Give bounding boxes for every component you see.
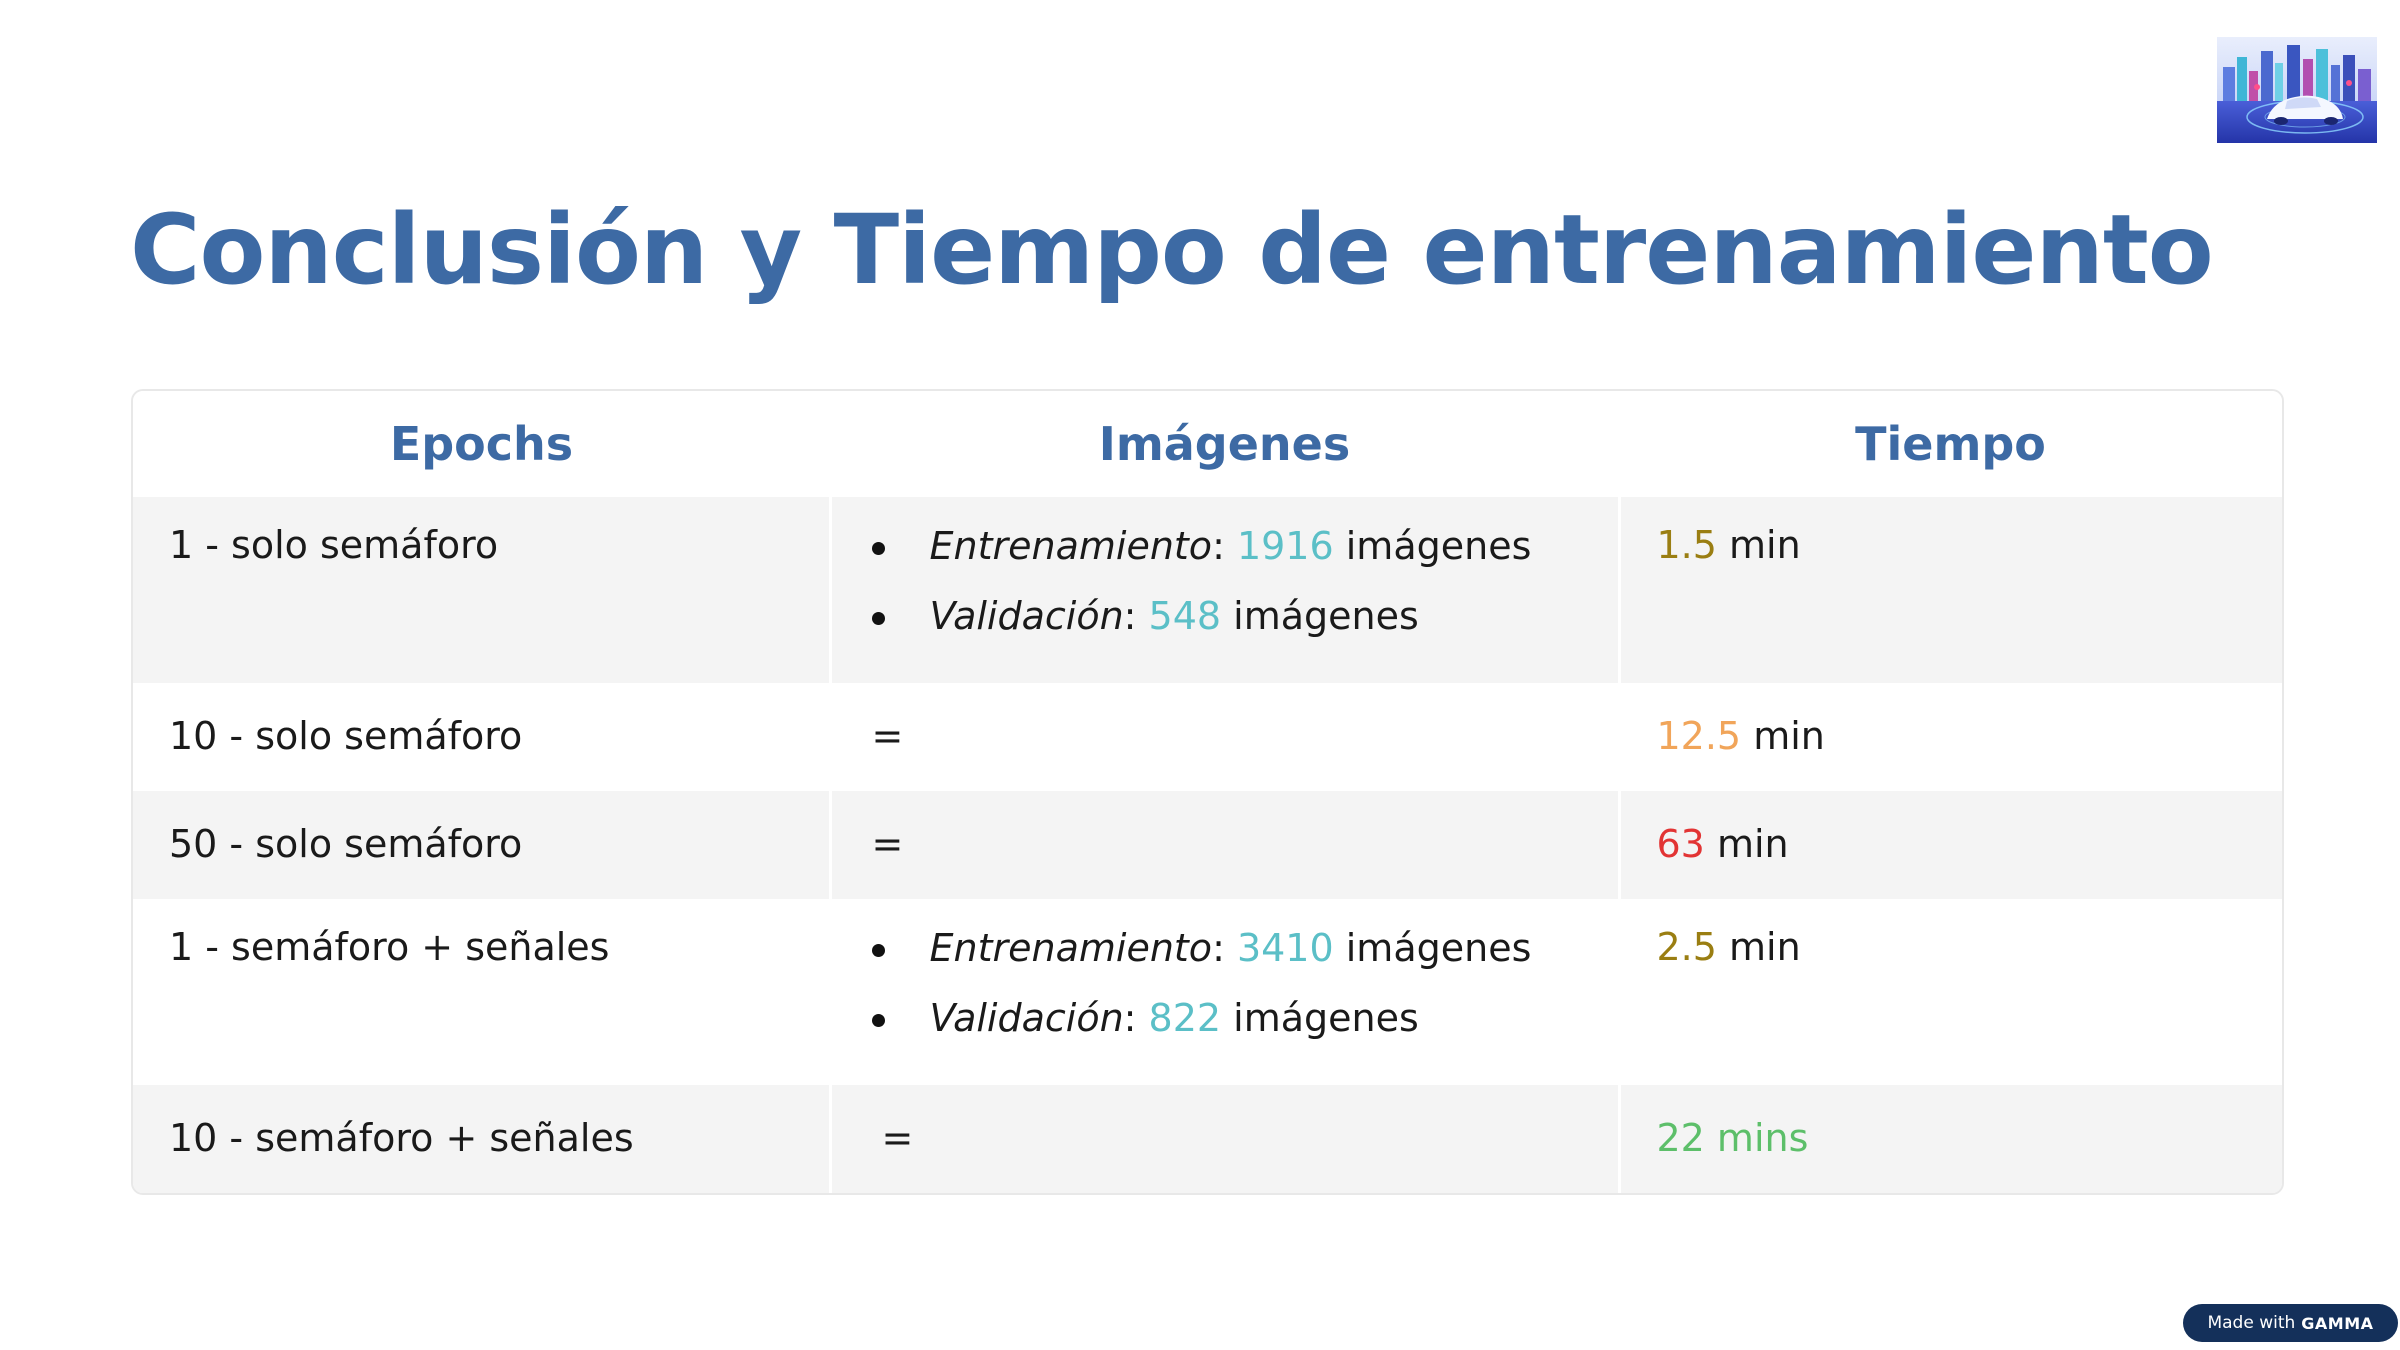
self-driving-car-city-thumbnail <box>2217 37 2377 143</box>
table-row: 50 - solo semáforo = 63 min <box>133 791 2282 899</box>
time-value: 12.5 <box>1656 714 1742 759</box>
cell-time: 1.5 min <box>1617 497 2282 683</box>
epochs-text: 1 - solo semáforo <box>169 523 499 567</box>
table-row: 10 - semáforo + señales = 22 mins <box>133 1085 2282 1193</box>
images-list: Entrenamiento: 1916 imágenes Validación:… <box>868 523 1582 663</box>
table-header-row: Epochs Imágenes Tiempo <box>133 391 2282 497</box>
time-unit: min <box>1741 714 1825 759</box>
time-value: 63 <box>1656 822 1705 867</box>
list-item: Validación: 822 imágenes <box>868 995 1582 1065</box>
cell-images: = <box>828 791 1619 899</box>
slide: Conclusión y Tiempo de entrenamiento Epo… <box>0 0 2400 1350</box>
header-epochs: Epochs <box>133 391 830 497</box>
header-images: Imágenes <box>830 391 1619 497</box>
cell-time: 22 mins <box>1617 1085 2282 1193</box>
made-with-gamma-badge[interactable]: Made with GAMMA <box>2183 1304 2398 1342</box>
cell-epochs: 10 - semáforo + señales <box>133 1085 830 1193</box>
time-unit: min <box>1704 822 1789 867</box>
time-value: 2.5 <box>1656 925 1717 969</box>
image-set-label: Validación <box>929 594 1124 638</box>
image-set-label: Entrenamiento <box>929 926 1213 970</box>
cell-images: Entrenamiento: 3410 imágenes Validación:… <box>828 899 1619 1085</box>
list-item: Entrenamiento: 1916 imágenes <box>868 523 1582 593</box>
gamma-logo: GAMMA <box>2301 1313 2374 1333</box>
cell-epochs: 10 - solo semáforo <box>133 683 830 791</box>
epochs-text: 10 - semáforo + señales <box>169 1116 634 1161</box>
cell-epochs: 50 - solo semáforo <box>133 791 830 899</box>
cell-time: 2.5 min <box>1617 899 2282 1085</box>
results-table: Epochs Imágenes Tiempo 1 - solo semáforo… <box>133 391 2282 1193</box>
cell-images: = <box>828 683 1619 791</box>
slide-title: Conclusión y Tiempo de entrenamiento <box>130 194 2214 306</box>
table-row: 1 - semáforo + señales Entrenamiento: 34… <box>133 899 2282 1085</box>
time-unit: min <box>1716 925 1801 969</box>
cell-images: Entrenamiento: 1916 imágenes Validación:… <box>828 497 1619 683</box>
table-row: 10 - solo semáforo = 12.5 min <box>133 683 2282 791</box>
same-images-marker: = <box>871 714 904 759</box>
table-row: 1 - solo semáforo Entrenamiento: 1916 im… <box>133 497 2282 683</box>
image-set-label: Entrenamiento <box>929 524 1213 568</box>
epochs-text: 50 - solo semáforo <box>169 822 523 867</box>
image-count: 548 <box>1148 594 1222 638</box>
image-count: 1916 <box>1236 524 1334 568</box>
list-item: Entrenamiento: 3410 imágenes <box>868 925 1582 995</box>
epochs-text: 10 - solo semáforo <box>169 714 523 759</box>
header-time: Tiempo <box>1619 391 2282 497</box>
car-city-illustration-icon <box>2217 37 2377 143</box>
list-item: Validación: 548 imágenes <box>868 593 1582 663</box>
images-list: Entrenamiento: 3410 imágenes Validación:… <box>868 925 1582 1065</box>
cell-epochs: 1 - semáforo + señales <box>133 899 830 1085</box>
cell-time: 12.5 min <box>1617 683 2282 791</box>
image-set-label: Validación <box>929 996 1124 1040</box>
training-time-table: Epochs Imágenes Tiempo 1 - solo semáforo… <box>131 389 2284 1195</box>
same-images-marker: = <box>881 1116 914 1161</box>
time-value: 1.5 <box>1656 523 1717 567</box>
cell-images: = <box>828 1085 1619 1193</box>
time-unit: min <box>1716 523 1801 567</box>
cell-epochs: 1 - solo semáforo <box>133 497 830 683</box>
image-count: 822 <box>1148 996 1222 1040</box>
cell-time: 63 min <box>1617 791 2282 899</box>
same-images-marker: = <box>871 822 904 867</box>
time-value: 22 mins <box>1656 1116 1809 1161</box>
epochs-text: 1 - semáforo + señales <box>169 925 610 969</box>
badge-prefix: Made with <box>2207 1313 2296 1333</box>
image-count: 3410 <box>1236 926 1334 970</box>
